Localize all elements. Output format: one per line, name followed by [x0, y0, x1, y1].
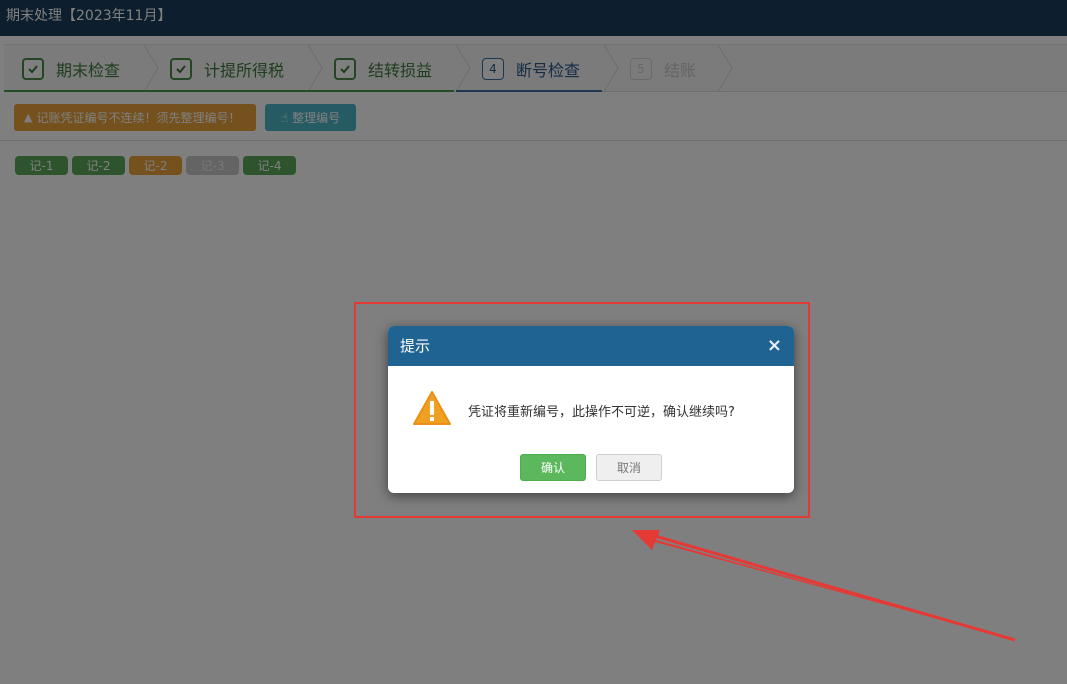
annotation-highlight-box — [354, 302, 810, 518]
